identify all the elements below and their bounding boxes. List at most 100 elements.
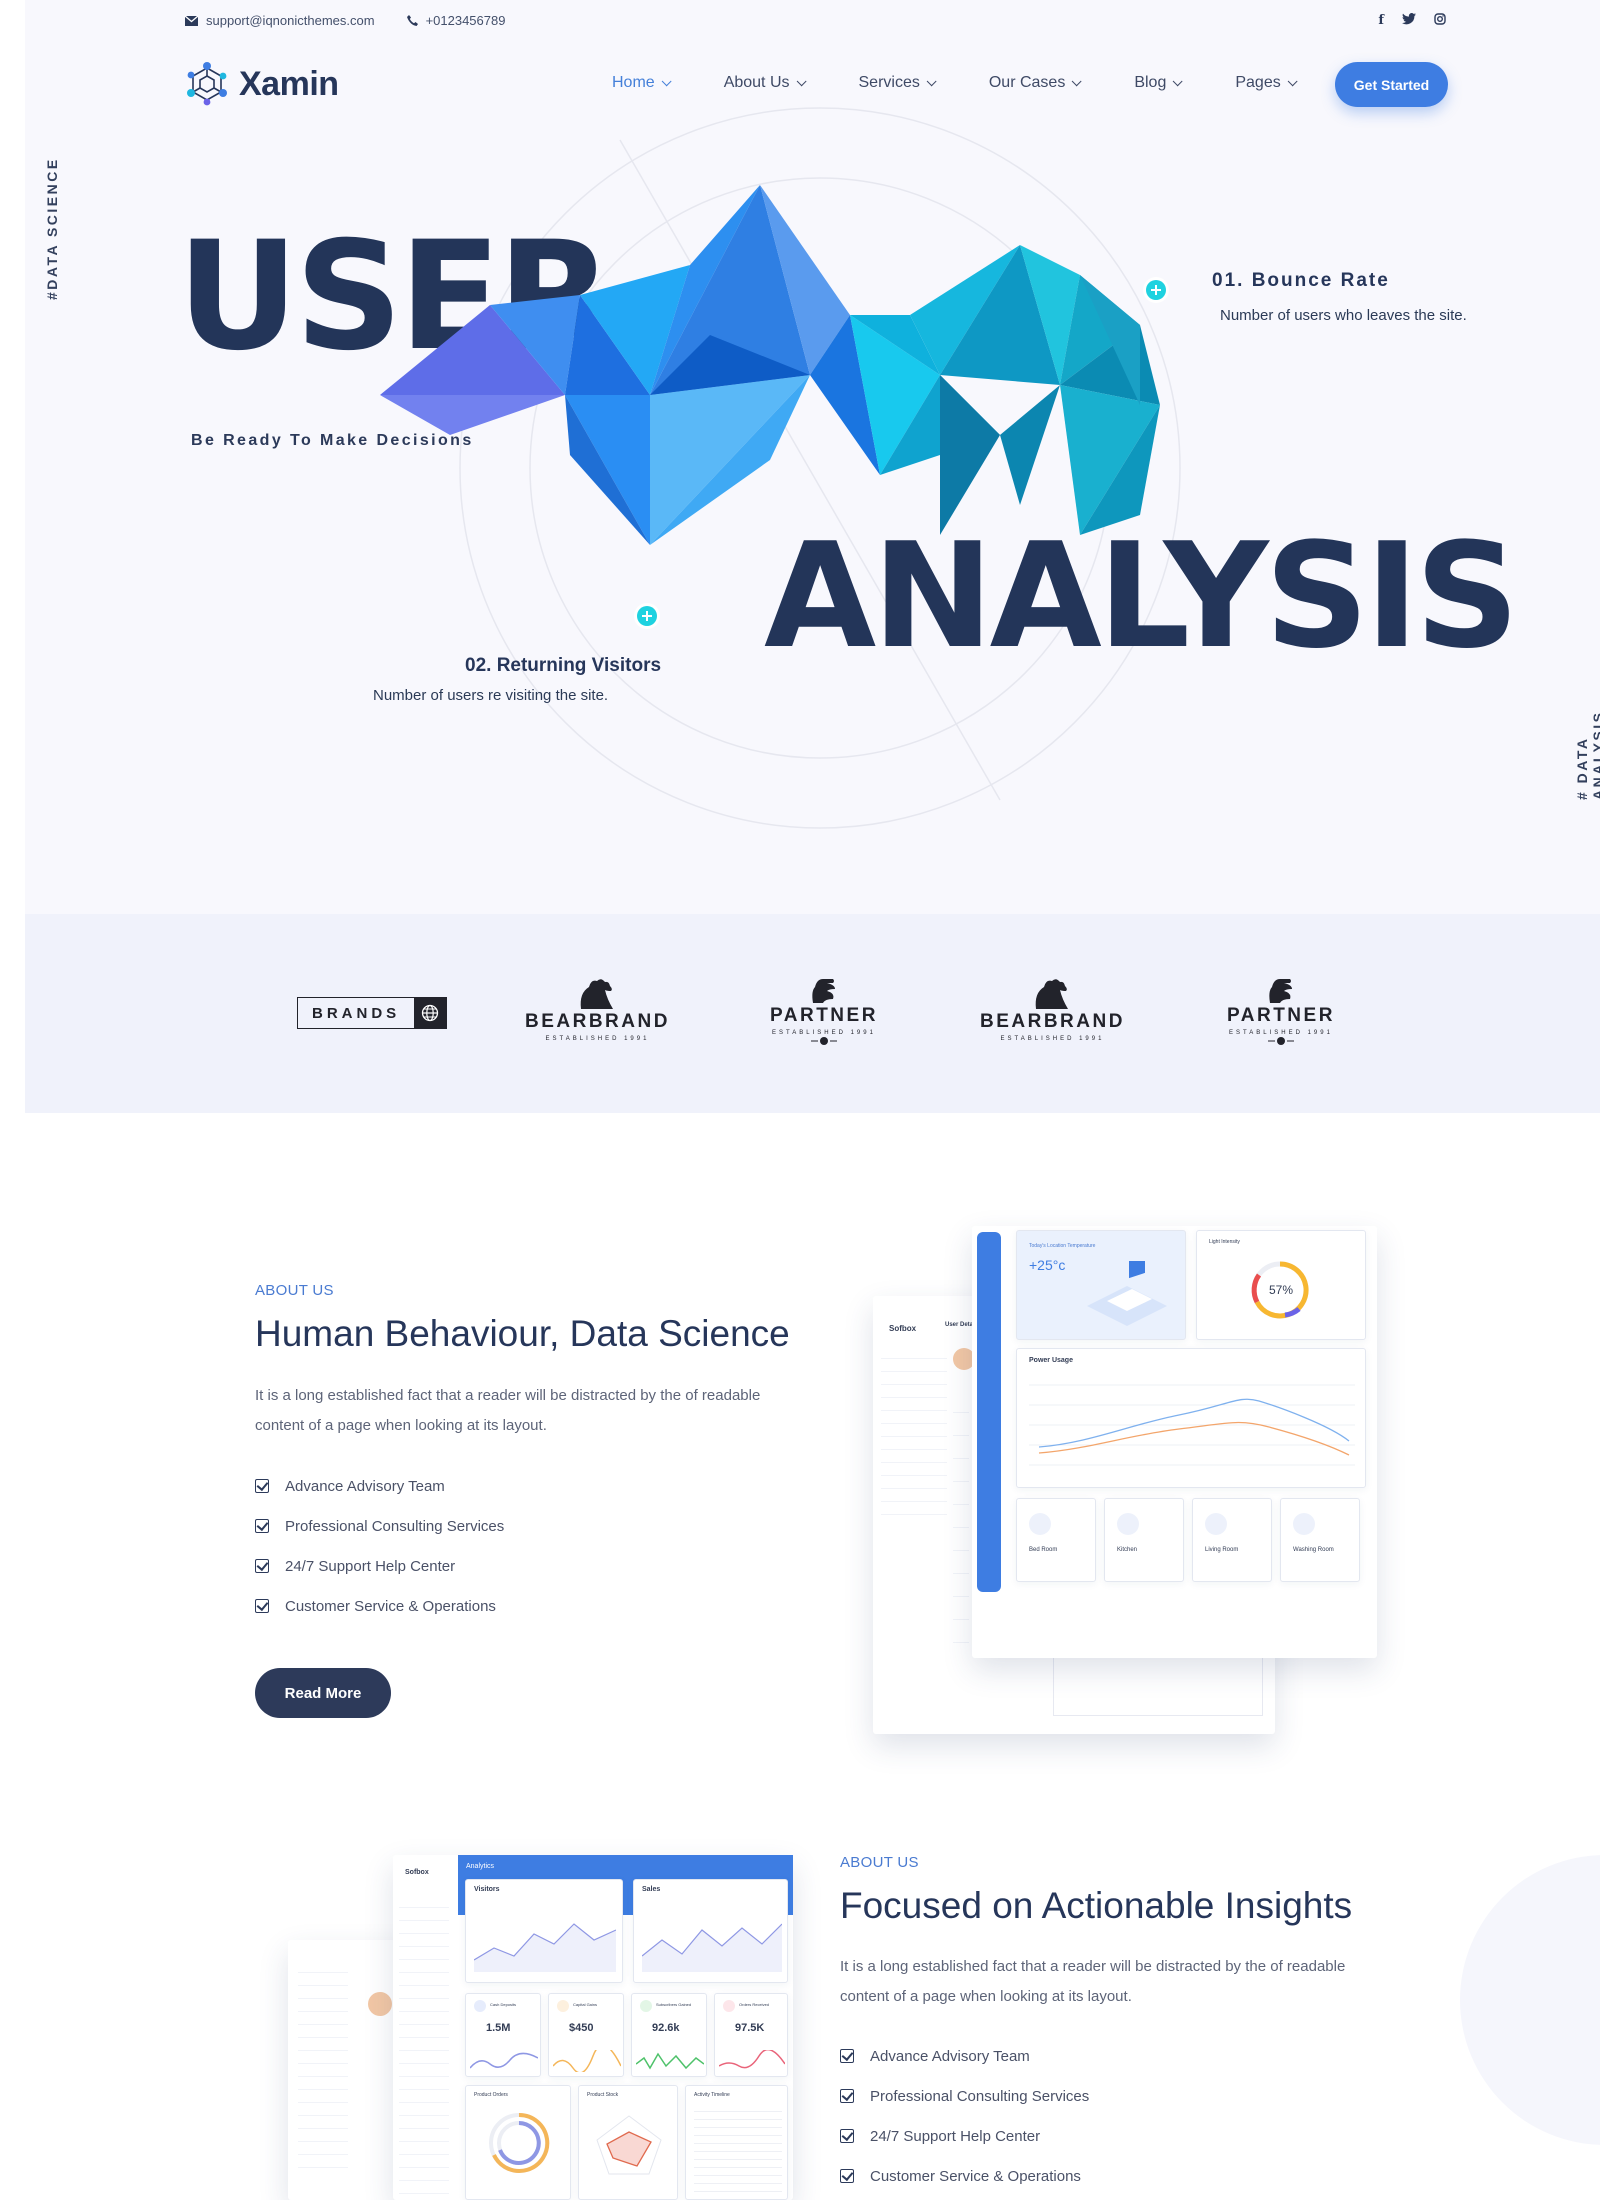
list-item: Professional Consulting Services: [255, 1506, 504, 1546]
nav-cases[interactable]: Our Cases: [988, 74, 1082, 92]
kpi-card-capital: Capital Gains $450: [548, 1993, 624, 2077]
section1-text: It is a long established fact that a rea…: [255, 1387, 761, 1434]
instagram-icon[interactable]: [1434, 13, 1446, 25]
temp-label: Today's Location Temperature: [1029, 1243, 1096, 1249]
brand-logo-partner[interactable]: PARTNER ESTABLISHED 1991: [770, 977, 878, 1046]
kitchen-icon: [1117, 1513, 1139, 1535]
brand-sub: ESTABLISHED 1991: [545, 1036, 650, 1042]
brand-logo-brands[interactable]: BRANDS: [297, 997, 448, 1029]
section1-list: Advance Advisory Team Professional Consu…: [255, 1466, 504, 1626]
sales-title: Sales: [642, 1886, 661, 1893]
list-item-text: 24/7 Support Help Center: [870, 2127, 1041, 2145]
room-card-kitchen[interactable]: Kitchen: [1104, 1498, 1184, 1582]
kpi-label: Capital Gains: [573, 2002, 598, 2007]
nav-blog[interactable]: Blog: [1134, 74, 1183, 92]
room-card-bed[interactable]: Bed Room: [1016, 1498, 1096, 1582]
sofa-icon: [1205, 1513, 1227, 1535]
avatar: [368, 1992, 392, 2016]
badge-icon: [810, 1037, 837, 1045]
section2-list: Advance Advisory Team Professional Consu…: [840, 2036, 1089, 2196]
kpi-icon: [723, 2000, 735, 2012]
brand-logo-bearbrand[interactable]: BEARBRAND ESTABLISHED 1991: [525, 977, 670, 1042]
check-icon: [840, 2089, 854, 2103]
brand-name: BEARBRAND: [525, 1011, 670, 1032]
kpi-value: 92.6k: [652, 2022, 680, 2034]
bear-icon: [1036, 979, 1069, 1009]
radar-chart: [596, 2115, 662, 2175]
section2-eyebrow: ABOUT US: [840, 1854, 919, 1871]
section2-title: Focused on Actionable Insights: [840, 1885, 1353, 1926]
dash2-sidebar: [399, 1895, 449, 2195]
twitter-icon[interactable]: [1402, 13, 1416, 25]
chevron-down-icon: [1287, 75, 1298, 86]
dashboard2-front-card: Sofbox Analytics Visitors Sales Cash Dep…: [393, 1855, 793, 2200]
dashboard-front-card: Today's Location Temperature +25°c Light…: [972, 1226, 1377, 1658]
nav-home[interactable]: Home: [612, 74, 672, 92]
stat-bounce-title: 01. Bounce Rate: [1212, 270, 1390, 291]
activity-timeline-card: Activity Timeline: [685, 2085, 788, 2200]
room-name: Kitchen: [1117, 1547, 1138, 1553]
bear-icon: [581, 979, 614, 1009]
plus-marker-icon[interactable]: [633, 602, 661, 630]
list-item-text: Advance Advisory Team: [285, 1477, 445, 1495]
check-icon: [840, 2129, 854, 2143]
back-comment-card: [1053, 1656, 1263, 1716]
decorative-circle: [1460, 1855, 1600, 2145]
brand-name: PARTNER: [1227, 1005, 1335, 1026]
chevron-down-icon: [1071, 75, 1082, 86]
email-contact[interactable]: support@iqnonicthemes.com: [185, 13, 375, 28]
list-item: Professional Consulting Services: [840, 2076, 1089, 2116]
product-stock-title: Product Stock: [587, 2092, 619, 2098]
list-item-text: Professional Consulting Services: [870, 2087, 1090, 2105]
nav-blog-label: Blog: [1134, 74, 1167, 91]
nav-pages[interactable]: Pages: [1235, 74, 1298, 92]
site-logo[interactable]: Xamin: [185, 60, 339, 108]
check-icon: [840, 2169, 854, 2183]
room-card-living[interactable]: Living Room: [1192, 1498, 1272, 1582]
kpi-icon: [474, 2000, 486, 2012]
brand-logo-bearbrand-2[interactable]: BEARBRAND ESTABLISHED 1991: [980, 977, 1125, 1042]
brand-name: BRANDS: [312, 1004, 401, 1022]
plus-marker-icon[interactable]: [1142, 276, 1170, 304]
product-stock-card: Product Stock: [578, 2085, 678, 2200]
kpi-card-deposits: Cash Deposits 1.5M: [465, 1993, 541, 2077]
kpi-card-orders: Orders Received 97.5K: [714, 1993, 788, 2077]
light-label: Light Intensity: [1209, 1239, 1240, 1245]
chevron-down-icon: [926, 75, 937, 86]
hero-word-analysis: ANALYSIS: [764, 512, 1519, 681]
back2-sidebar: [298, 1960, 348, 2180]
product-orders-card: Product Orders: [465, 2085, 571, 2200]
nav-services[interactable]: Services: [859, 74, 937, 92]
stat-returning-title: 02. Returning Visitors: [465, 655, 662, 676]
nav-about-label: About Us: [723, 74, 790, 91]
isometric-illustration: [1087, 1261, 1167, 1326]
nav-about[interactable]: About Us: [723, 74, 807, 92]
donut-chart: [489, 2112, 550, 2173]
phone-contact[interactable]: +0123456789: [406, 13, 505, 28]
list-item-text: Professional Consulting Services: [285, 1517, 505, 1535]
logo-icon: [187, 62, 227, 106]
kpi-label: Orders Received: [739, 2002, 770, 2007]
list-item-text: Customer Service & Operations: [285, 1597, 496, 1615]
facebook-icon[interactable]: f: [1378, 13, 1384, 28]
bed-icon: [1029, 1513, 1051, 1535]
read-more-button[interactable]: Read More: [255, 1668, 391, 1718]
room-card-washing[interactable]: Washing Room: [1280, 1498, 1360, 1582]
check-icon: [255, 1479, 269, 1493]
dash2-logo: Sofbox: [405, 1869, 429, 1876]
room-name: Living Room: [1205, 1547, 1239, 1553]
section2-text: It is a long established fact that a rea…: [840, 1958, 1346, 2005]
nav-cases-label: Our Cases: [988, 74, 1066, 91]
light-intensity-card: Light Intensity 57%: [1196, 1230, 1366, 1340]
product-orders-title: Product Orders: [474, 2092, 508, 2098]
hand-icon: [1269, 979, 1292, 1003]
temperature-card: Today's Location Temperature +25°c: [1016, 1230, 1186, 1340]
stat-returning-desc: Number of users re visiting the site.: [373, 687, 609, 704]
side-label-left: #DATA SCIENCE: [44, 157, 60, 300]
kpi-value: 1.5M: [486, 2022, 511, 2034]
social-links: f: [1378, 13, 1446, 28]
brand-logo-partner-2[interactable]: PARTNER ESTABLISHED 1991: [1227, 977, 1335, 1046]
get-started-button[interactable]: Get Started: [1335, 62, 1448, 107]
hero-tagline: Be Ready To Make Decisions: [191, 432, 474, 449]
topbar: support@iqnonicthemes.com +0123456789: [185, 13, 505, 28]
